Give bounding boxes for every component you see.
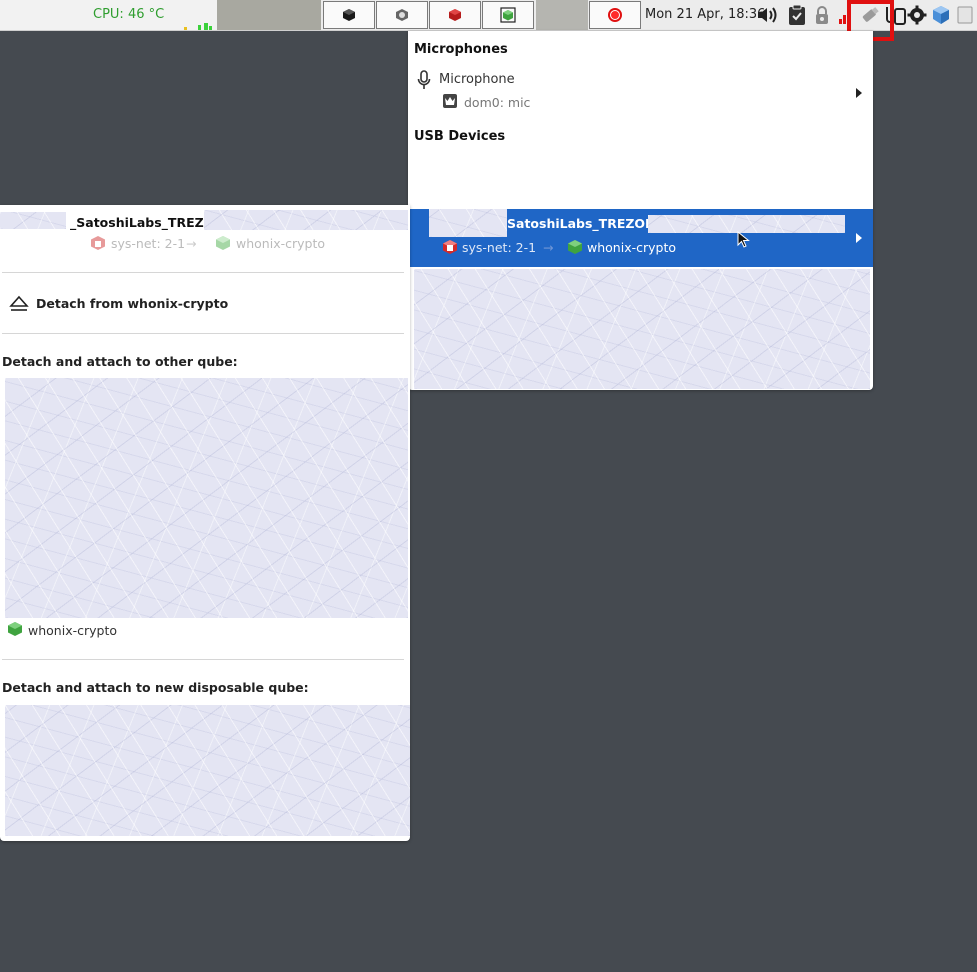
taskbar-gap	[217, 0, 321, 30]
eject-icon	[9, 295, 29, 311]
microphone-source: dom0: mic	[464, 95, 531, 110]
dom0-icon	[443, 94, 457, 108]
redacted-area	[5, 705, 410, 836]
device-backend: sys-net: 2-1	[111, 236, 186, 251]
attach-other-heading: Detach and attach to other qube:	[2, 354, 238, 369]
task-recorder[interactable]	[589, 1, 641, 29]
divider	[2, 272, 404, 273]
qube-icon[interactable]	[931, 5, 951, 25]
microphone-icon	[417, 70, 431, 89]
redacted-area	[0, 212, 66, 229]
phone-icon[interactable]	[893, 5, 907, 25]
green-cube-icon	[500, 7, 516, 23]
volume-icon[interactable]	[756, 5, 780, 25]
chevron-right-icon	[856, 233, 862, 243]
red-cube-icon	[449, 9, 461, 21]
devices-menu: Microphones Microphone dom0: mic USB Dev…	[408, 31, 873, 390]
microphones-heading: Microphones	[414, 42, 508, 57]
task-black-qube[interactable]	[323, 1, 375, 29]
attach-disposable-heading: Detach and attach to new disposable qube…	[2, 680, 309, 695]
device-title: _SatoshiLabs_TREZOR	[70, 215, 224, 230]
detach-button[interactable]: Detach from whonix-crypto	[0, 285, 406, 323]
red-qube-icon	[443, 240, 457, 254]
cpu-monitor[interactable]: CPU: 46 °C	[0, 0, 217, 30]
microphone-item[interactable]: Microphone dom0: mic	[408, 67, 873, 117]
redacted-area	[5, 378, 408, 618]
green-qube-icon	[568, 240, 582, 254]
gear-cube-icon	[396, 9, 408, 21]
green-qube-icon	[216, 236, 230, 250]
divider	[2, 659, 404, 660]
attach-to-qube-option[interactable]: whonix-crypto	[0, 618, 406, 644]
task-red-qube[interactable]	[429, 1, 481, 29]
qube-option-label: whonix-crypto	[28, 623, 117, 638]
attached-arrow: →	[186, 236, 197, 251]
usb-device-item[interactable]: SatoshiLabs_TREZOR_ sys-net: 2-1 → whoni…	[410, 209, 873, 267]
redacted-area	[204, 210, 408, 230]
taskbar-gap-2	[536, 0, 588, 30]
red-qube-icon	[91, 236, 105, 250]
redacted-area	[429, 209, 507, 237]
clipboard-icon[interactable]	[787, 4, 807, 25]
usb-device-backend: sys-net: 2-1	[462, 240, 537, 255]
task-gear-qube[interactable]	[376, 1, 428, 29]
usb-device-name: SatoshiLabs_TREZOR_	[507, 216, 661, 231]
chevron-right-icon	[856, 88, 862, 98]
device-attached-qube: whonix-crypto	[236, 236, 325, 251]
attached-arrow: →	[543, 240, 554, 255]
lock-icon[interactable]	[812, 5, 832, 25]
redacted-area	[414, 269, 870, 389]
cpu-graph-icon	[184, 23, 212, 30]
settings-icon[interactable]	[907, 5, 927, 25]
divider	[2, 333, 404, 334]
task-green-qube[interactable]	[482, 1, 534, 29]
mouse-cursor-icon	[737, 231, 750, 248]
clock[interactable]: Mon 21 Apr, 18:36	[645, 7, 765, 22]
detach-label: Detach from whonix-crypto	[36, 296, 229, 311]
black-cube-icon	[343, 9, 355, 21]
microphone-label: Microphone	[439, 72, 515, 87]
usb-device-attached-qube: whonix-crypto	[587, 240, 676, 255]
record-icon	[608, 8, 622, 22]
cpu-temperature: CPU: 46 °C	[93, 7, 165, 22]
green-qube-icon	[8, 622, 22, 636]
usb-devices-heading: USB Devices	[414, 129, 506, 144]
device-submenu: _SatoshiLabs_TREZOR sys-net: 2-1 → whoni…	[0, 205, 410, 841]
top-panel: CPU: 46 °C Mon 21 Apr, 18:36	[0, 0, 977, 41]
window-icon[interactable]	[955, 5, 975, 25]
